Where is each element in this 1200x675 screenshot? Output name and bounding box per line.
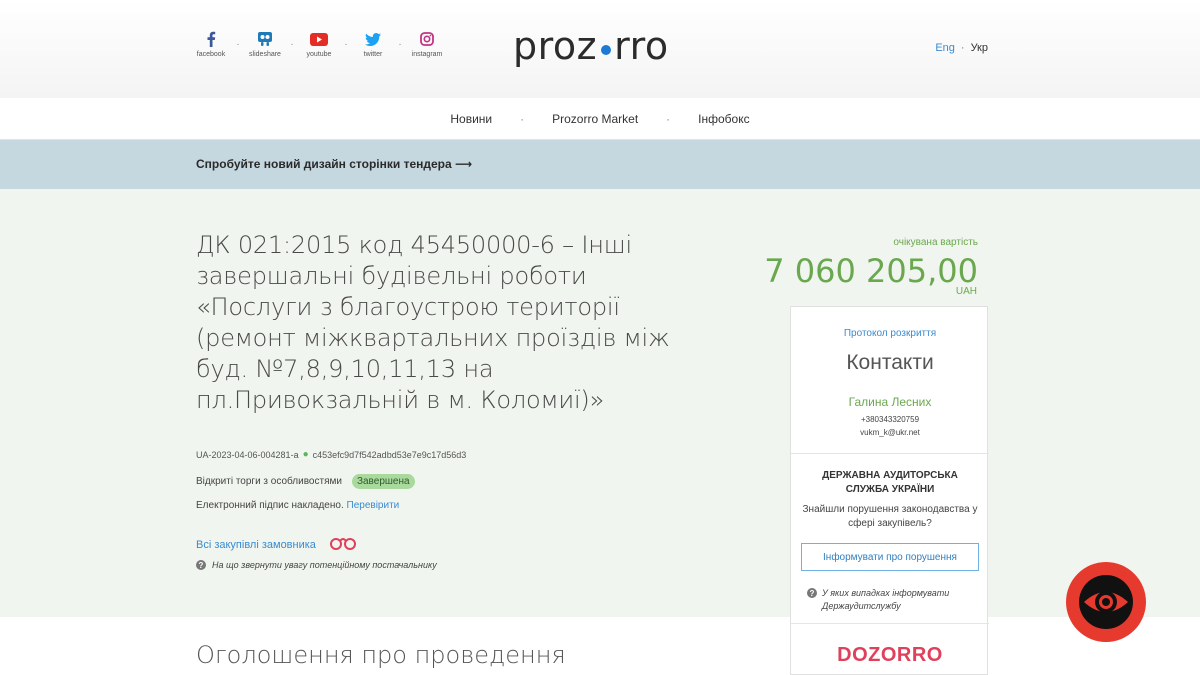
social-separator: · [290, 39, 294, 50]
social-separator: · [236, 39, 240, 50]
instagram-icon [420, 30, 434, 48]
green-dot-icon: ● [302, 449, 309, 460]
expected-value-label: очікувана вартість [893, 237, 978, 248]
lang-en[interactable]: Eng [935, 42, 955, 54]
protocol-link[interactable]: Протокол розкриття [791, 328, 989, 339]
youtube-link[interactable]: youtube [304, 30, 334, 58]
slideshare-link[interactable]: slideshare [249, 30, 281, 58]
all-purchases-link[interactable]: Всі закупівлі замовника [196, 539, 316, 551]
audit-note-text: У яких випадках інформувати Держаудитслу… [822, 588, 950, 611]
nav-item-market[interactable]: Prozorro Market [552, 112, 638, 126]
all-purchases-row: Всі закупівлі замовника [196, 536, 358, 553]
nav-separator: · [520, 111, 525, 126]
procedure-row: Відкриті торги з особливостями Завершена [196, 474, 415, 489]
tender-title: ДК 021:2015 код 45450000-6 – Інші заверш… [196, 230, 670, 416]
new-design-banner: Спробуйте новий дизайн сторінки тендера … [0, 140, 1200, 189]
procedure-type: Відкриті торги з особливостями [196, 476, 342, 487]
sidebar-divider [791, 453, 989, 454]
social-links: facebook · slideshare · youtube · twitte… [196, 30, 442, 60]
youtube-icon [310, 30, 328, 48]
lang-separator: · [960, 42, 965, 54]
tender-main: ДК 021:2015 код 45450000-6 – Інші заверш… [0, 189, 1200, 617]
sidebar-divider [791, 623, 989, 624]
verify-link[interactable]: Перевірити [347, 500, 400, 511]
report-violation-button[interactable]: Інформувати про порушення [801, 543, 979, 571]
signature-text: Електронний підпис накладено. [196, 500, 344, 511]
nav-item-news[interactable]: Новини [450, 112, 492, 126]
language-switcher: Eng · Укр [935, 42, 988, 54]
tender-title-line: буд. №7,8,9,10,11,13 на [196, 355, 494, 383]
contacts-title: Контакти [846, 351, 934, 374]
status-badge: Завершена [351, 474, 415, 489]
nav-item-infobox[interactable]: Інфобокс [698, 112, 749, 126]
tender-title-line: ДК 021:2015 код 45450000-6 – Інші [196, 231, 633, 259]
logo-text-left: proz [513, 24, 598, 68]
main-nav: Новини · Prozorro Market · Інфобокс [0, 98, 1200, 140]
contact-phone: +380343320759 [860, 415, 920, 424]
dozorro-glasses-icon[interactable] [328, 536, 358, 553]
supplier-hint-text: На що звернути увагу потенційному постач… [212, 560, 437, 570]
logo-dot [601, 45, 612, 55]
prozorro-logo[interactable]: proz rro [513, 24, 669, 68]
facebook-link[interactable]: facebook [196, 30, 226, 58]
new-design-link[interactable]: Спробуйте новий дизайн сторінки тендера … [196, 157, 472, 171]
slideshare-label: slideshare [249, 51, 281, 58]
twitter-label: twitter [363, 51, 383, 58]
tender-title-line: «Послуги з благоустрою території [196, 293, 620, 321]
contact-name: Галина Лесних [848, 395, 932, 409]
tender-title-line: пл.Привокзальній в м. Коломиї)» [196, 386, 605, 414]
tender-ids: UA-2023-04-06-004281-a ● c453efc9d7f542a… [196, 449, 466, 460]
eye-logo-icon [1066, 562, 1146, 642]
signature-row: Електронний підпис накладено. Перевірити [196, 500, 399, 511]
slideshare-icon [257, 30, 273, 48]
youtube-label: youtube [306, 51, 332, 58]
audit-service-title: ДЕРЖАВНА АУДИТОРСЬКА СЛУЖБА УКРАЇНИ [822, 470, 958, 495]
contact-email[interactable]: vukm_k@ukr.net [791, 428, 989, 437]
audit-note[interactable]: ? У яких випадках інформувати Держаудитс… [807, 587, 981, 613]
social-separator: · [344, 39, 348, 50]
tender-title-line: (ремонт міжквартальних проїздів між [196, 324, 670, 352]
currency: UAH [955, 286, 977, 297]
section-title: Оголошення про проведення [196, 641, 566, 669]
facebook-label: facebook [196, 51, 226, 58]
nav-separator: · [666, 111, 671, 126]
tender-hash: c453efc9d7f542adbd53e7e9c17d56d3 [312, 449, 467, 460]
dozorro-logo[interactable]: DOZORRO [791, 644, 989, 667]
twitter-link[interactable]: twitter [358, 30, 388, 58]
contacts-sidebar: Протокол розкриття Контакти Галина Лесни… [790, 306, 989, 675]
tender-id: UA-2023-04-06-004281-a [196, 449, 299, 460]
supplier-hint[interactable]: ? На що звернути увагу потенційному пост… [196, 560, 437, 570]
twitter-icon [365, 30, 381, 48]
instagram-link[interactable]: instagram [412, 30, 442, 58]
facebook-icon [206, 30, 216, 48]
instagram-label: instagram [411, 51, 443, 58]
content-section-bg [0, 617, 1200, 675]
lang-uk[interactable]: Укр [971, 42, 988, 54]
expected-value: 7 060 205,00 [764, 252, 978, 290]
logo-text-right: rro [614, 24, 669, 68]
tender-title-line: завершальні будівельні роботи [196, 262, 587, 290]
audit-question: Знайшли порушення законодавства у сфері … [802, 504, 978, 529]
site-header: facebook · slideshare · youtube · twitte… [0, 0, 1200, 98]
question-icon: ? [807, 588, 817, 598]
social-separator: · [398, 39, 402, 50]
question-icon: ? [196, 560, 206, 570]
